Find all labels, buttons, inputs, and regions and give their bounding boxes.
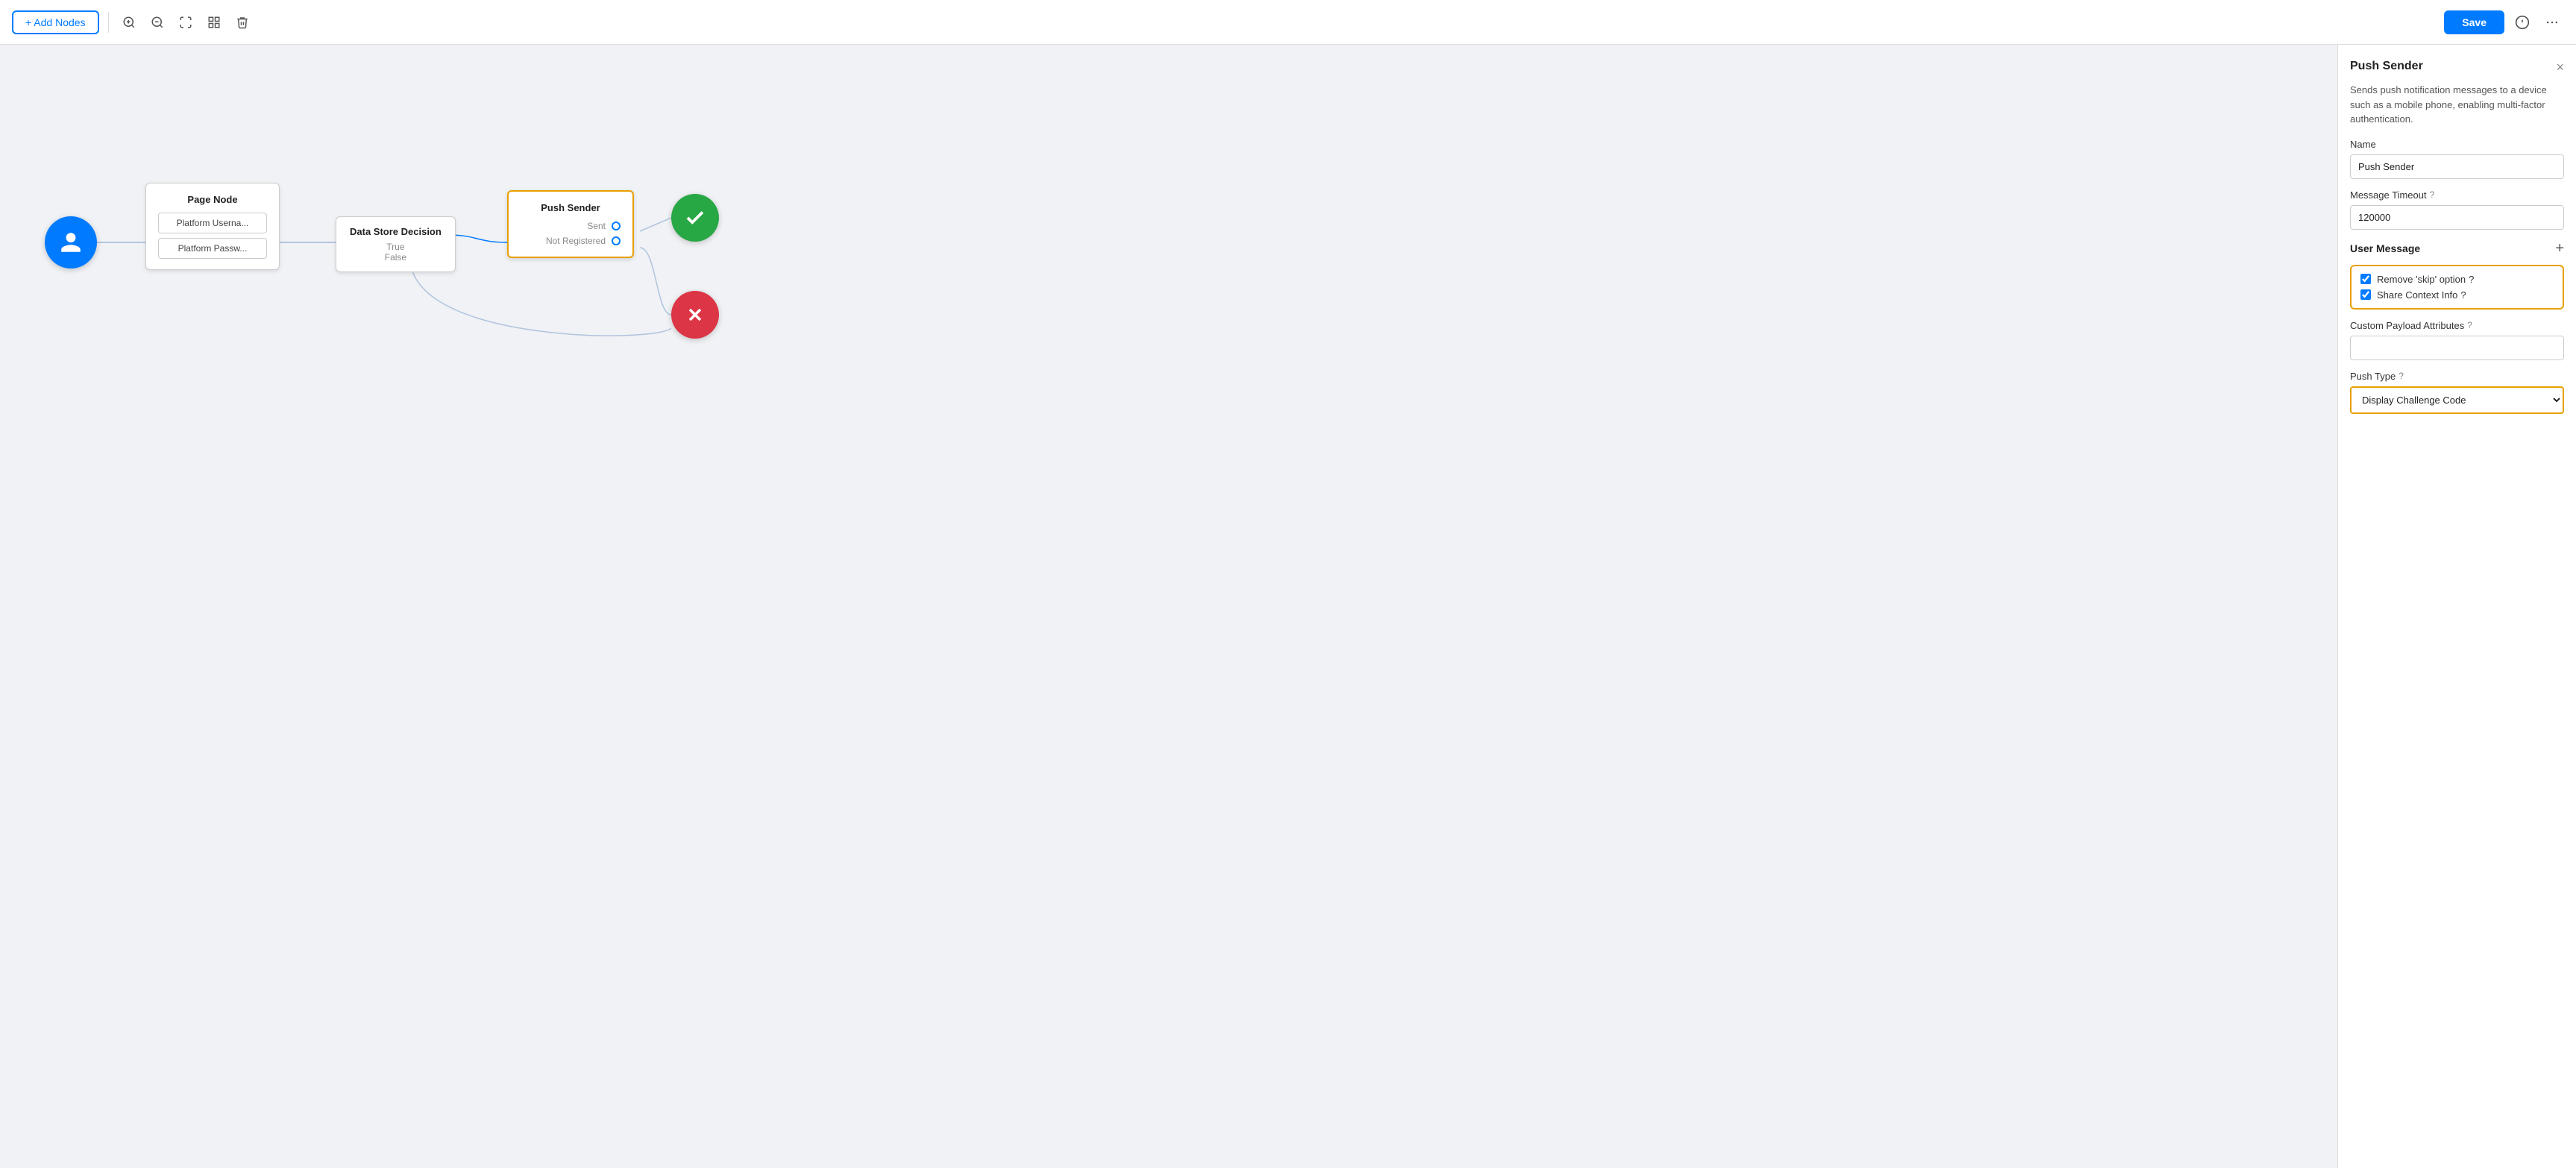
remove-skip-row: Remove 'skip' option ?	[2360, 274, 2554, 285]
timeout-help-icon: ?	[2430, 189, 2435, 200]
decision-node-title: Data Store Decision	[350, 226, 442, 237]
toolbar-separator	[108, 12, 109, 33]
flow-area: Page Node Platform Userna... Platform Pa…	[0, 45, 2337, 1168]
remove-skip-help-icon: ?	[2469, 274, 2474, 285]
delete-icon	[236, 16, 249, 29]
zoom-in-button[interactable]	[118, 11, 140, 34]
settings-icon	[2515, 15, 2530, 30]
name-input[interactable]	[2350, 154, 2564, 179]
settings-button[interactable]	[2510, 10, 2534, 34]
checkbox-group: Remove 'skip' option ? Share Context Inf…	[2350, 265, 2564, 310]
push-sender-node[interactable]: Push Sender Sent Not Registered	[507, 190, 634, 258]
connections-svg	[0, 45, 2337, 1168]
grid-button[interactable]	[203, 11, 225, 34]
remove-skip-checkbox[interactable]	[2360, 274, 2371, 284]
output-dot-sent	[612, 222, 621, 230]
zoom-in-icon	[122, 16, 136, 29]
right-panel: Push Sender × Sends push notification me…	[2337, 45, 2576, 1168]
push-sender-output-sent: Sent	[521, 221, 621, 231]
panel-title: Push Sender	[2350, 60, 2423, 73]
page-node-field1: Platform Userna...	[158, 213, 267, 233]
add-nodes-button[interactable]: + Add Nodes	[12, 10, 99, 34]
push-type-select[interactable]: Display Challenge CodeSilent PushStandar…	[2350, 386, 2564, 414]
close-panel-button[interactable]: ×	[2556, 60, 2564, 75]
share-context-label: Share Context Info ?	[2377, 289, 2466, 301]
failure-node[interactable]	[671, 291, 719, 339]
push-sender-output-notregistered: Not Registered	[521, 236, 621, 246]
decision-opt-true: True	[350, 242, 442, 252]
toolbar: + Add Nodes Save	[0, 0, 2576, 45]
page-node-title: Page Node	[158, 194, 267, 205]
share-context-checkbox[interactable]	[2360, 289, 2371, 300]
more-icon	[2545, 15, 2560, 30]
add-user-message-button[interactable]: +	[2555, 240, 2564, 257]
custom-payload-input[interactable]	[2350, 336, 2564, 360]
panel-description: Sends push notification messages to a de…	[2350, 83, 2564, 127]
more-button[interactable]	[2540, 10, 2564, 34]
user-icon	[59, 230, 83, 254]
page-node-field2: Platform Passw...	[158, 238, 267, 259]
push-type-help-icon: ?	[2398, 371, 2404, 381]
user-message-title: User Message	[2350, 242, 2420, 254]
timeout-input[interactable]	[2350, 205, 2564, 230]
start-node[interactable]	[45, 216, 97, 269]
custom-payload-help-icon: ?	[2467, 320, 2472, 330]
zoom-out-icon	[151, 16, 164, 29]
delete-button[interactable]	[231, 11, 254, 34]
push-sender-outputs: Sent Not Registered	[521, 221, 621, 246]
share-context-help-icon: ?	[2460, 289, 2466, 301]
fit-screen-icon	[179, 16, 192, 29]
push-type-label: Push Type ?	[2350, 371, 2564, 382]
grid-icon	[207, 16, 221, 29]
toolbar-right: Save	[2444, 10, 2564, 34]
push-sender-node-title: Push Sender	[521, 202, 621, 213]
zoom-out-button[interactable]	[146, 11, 169, 34]
check-icon	[684, 207, 706, 229]
decision-opt-false: False	[350, 252, 442, 263]
panel-header: Push Sender ×	[2350, 60, 2564, 75]
share-context-row: Share Context Info ?	[2360, 289, 2554, 301]
save-button[interactable]: Save	[2444, 10, 2504, 34]
fit-screen-button[interactable]	[175, 11, 197, 34]
x-icon	[685, 304, 706, 325]
output-dot-notregistered	[612, 236, 621, 245]
page-node[interactable]: Page Node Platform Userna... Platform Pa…	[145, 183, 280, 270]
decision-node[interactable]: Data Store Decision True False	[336, 216, 456, 272]
timeout-label: Message Timeout ?	[2350, 189, 2564, 201]
custom-payload-label: Custom Payload Attributes ?	[2350, 320, 2564, 331]
name-label: Name	[2350, 139, 2564, 150]
success-node[interactable]	[671, 194, 719, 242]
push-sent-label: Sent	[587, 221, 606, 231]
canvas[interactable]: Page Node Platform Userna... Platform Pa…	[0, 45, 2337, 1168]
remove-skip-label: Remove 'skip' option ?	[2377, 274, 2474, 285]
push-notregistered-label: Not Registered	[546, 236, 606, 246]
user-message-section-header: User Message +	[2350, 240, 2564, 257]
